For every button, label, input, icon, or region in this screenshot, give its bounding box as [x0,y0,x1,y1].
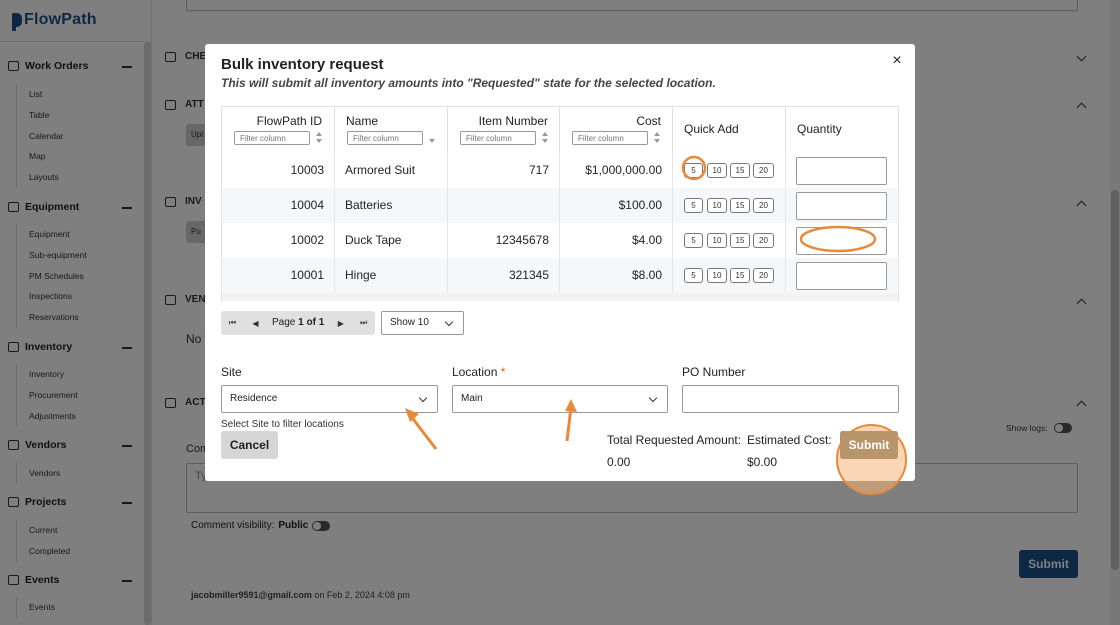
quantity-input[interactable] [796,262,887,290]
quick-add-10-button[interactable]: 10 [707,268,727,283]
sort-desc-icon[interactable] [429,132,436,144]
page-prefix: Page [272,317,296,328]
column-label: FlowPath ID [256,114,322,128]
close-icon[interactable]: × [890,53,904,69]
quick-add-5-button[interactable]: 5 [684,233,703,248]
quick-add-10-button[interactable]: 10 [707,198,727,213]
page-size-value: Show 10 [390,317,429,328]
filter-input-item-number[interactable] [460,131,536,145]
site-label: Site [221,365,242,379]
column-label: Quick Add [684,122,739,136]
total-requested-value: 0.00 [607,455,631,469]
cell-item-number [448,188,560,223]
cell-id: 10003 [222,153,335,188]
estimated-cost-label: Estimated Cost: [747,433,832,447]
quick-add-10-button[interactable]: 10 [707,233,727,248]
sort-icon[interactable] [316,132,323,144]
cell-name: Hinge [335,258,448,293]
location-select[interactable]: Main [452,385,668,413]
next-page-icon[interactable]: ▶ [329,311,353,335]
cell-name: Batteries [335,188,448,223]
po-number-label: PO Number [682,365,746,379]
cell-item-number: 321345 [448,258,560,293]
table-row: 10004 Batteries $100.00 5 10 15 20 [222,188,898,223]
quick-add-20-button[interactable]: 20 [753,233,774,248]
chevron-down-icon [444,317,454,327]
cell-name: Armored Suit [335,153,448,188]
column-label: Name [346,114,379,128]
estimated-cost-value: $0.00 [747,455,778,469]
cell-id: 10002 [222,223,335,258]
sort-icon[interactable] [654,132,661,144]
site-select[interactable]: Residence [221,385,438,413]
filter-input-id[interactable] [234,131,310,145]
cell-name: Duck Tape [335,223,448,258]
quick-add-20-button[interactable]: 20 [753,268,774,283]
cancel-button[interactable]: Cancel [221,431,278,459]
quantity-input[interactable] [796,157,887,185]
modal-subtitle: This will submit all inventory amounts i… [221,76,716,90]
modal-title: Bulk inventory request [221,56,384,73]
submit-button[interactable]: Submit [840,431,898,459]
column-header-quick-add: Quick Add [673,107,786,153]
column-header-name: Name [335,107,448,153]
column-header-item-number: Item Number [448,107,560,153]
quick-add-20-button[interactable]: 20 [753,163,774,178]
cell-cost: $8.00 [560,258,673,293]
filter-input-name[interactable] [347,131,423,145]
filter-input-cost[interactable] [572,131,648,145]
chevron-down-icon [648,393,658,403]
location-label: Location * [452,365,505,379]
page-current: 1 of 1 [298,317,325,328]
quick-add-15-button[interactable]: 15 [730,163,750,178]
cell-cost: $1,000,000.00 [560,153,673,188]
quick-add-10-button[interactable]: 10 [707,163,727,178]
prev-page-icon[interactable]: ◀ [244,311,267,335]
cell-id: 10004 [222,188,335,223]
quick-add-5-button[interactable]: 5 [684,163,703,178]
required-mark: * [500,365,506,379]
page-size-select[interactable]: Show 10 [381,311,464,335]
quick-add-20-button[interactable]: 20 [753,198,774,213]
quantity-input[interactable] [796,227,887,255]
column-header-quantity: Quantity [786,107,898,153]
bulk-inventory-modal: Bulk inventory request This will submit … [205,44,915,495]
pagination: ⏮ ◀ Page 1 of 1 ▶ ⏭ [221,311,376,335]
cell-cost: $4.00 [560,223,673,258]
column-header-id: FlowPath ID [222,107,335,153]
table-horizontal-scrollbar[interactable] [222,293,898,301]
po-number-input[interactable] [682,385,899,413]
site-value: Residence [230,393,278,404]
total-requested-label: Total Requested Amount: [607,433,742,447]
column-label: Cost [636,114,661,128]
location-label-text: Location [452,365,498,379]
column-label: Item Number [478,114,548,128]
quick-add-5-button[interactable]: 5 [684,268,703,283]
quick-add-15-button[interactable]: 15 [730,233,750,248]
table-row: 10001 Hinge 321345 $8.00 5 10 15 20 [222,258,898,293]
table-row: 10003 Armored Suit 717 $1,000,000.00 5 1… [222,153,898,188]
quick-add-5-button[interactable]: 5 [684,198,703,213]
quick-add-15-button[interactable]: 15 [730,268,750,283]
cell-id: 10001 [222,258,335,293]
first-page-icon[interactable]: ⏮ [221,311,244,335]
site-hint: Select Site to filter locations [221,419,344,430]
table-row: 10002 Duck Tape 12345678 $4.00 5 10 15 2… [222,223,898,258]
cell-cost: $100.00 [560,188,673,223]
page-indicator: Page 1 of 1 [267,311,330,335]
quick-add-15-button[interactable]: 15 [730,198,750,213]
quantity-input[interactable] [796,192,887,220]
inventory-table: FlowPath ID Name Item Number Cost Quick … [221,106,899,301]
chevron-down-icon [418,393,428,403]
sort-icon[interactable] [542,132,549,144]
column-header-cost: Cost [560,107,673,153]
last-page-icon[interactable]: ⏭ [352,311,376,335]
column-label: Quantity [797,122,842,136]
cell-item-number: 717 [448,153,560,188]
location-value: Main [461,393,483,404]
cell-item-number: 12345678 [448,223,560,258]
